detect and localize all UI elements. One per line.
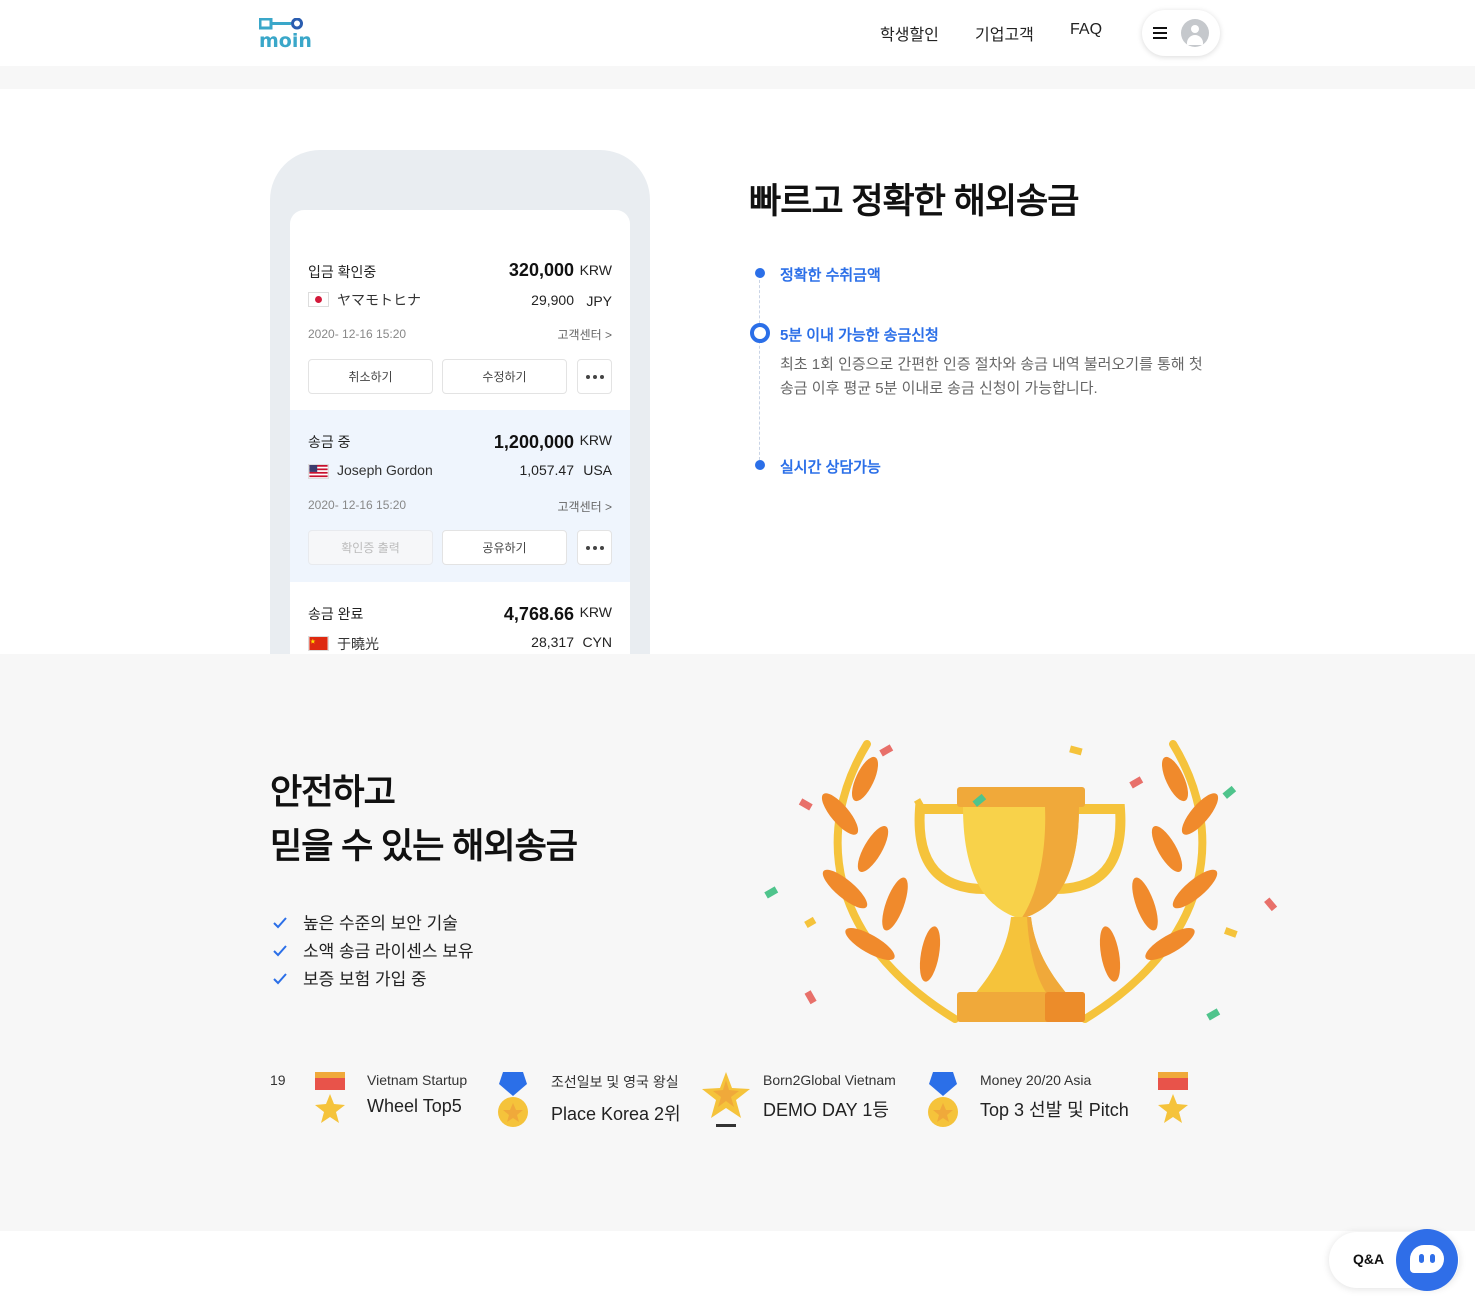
print-receipt-button[interactable]: 확인증 출력	[308, 530, 433, 565]
award-line1: Money 20/20 Asia	[980, 1072, 1092, 1088]
transfer-status: 송금 중	[308, 434, 351, 450]
received-currency: USA	[583, 462, 612, 478]
check-item: 보증 보험 가입 중	[272, 966, 474, 994]
medal-red-icon	[315, 1072, 345, 1123]
recipient-name: ヤマモトヒナ	[337, 292, 421, 308]
trophy-illustration	[764, 740, 1278, 1023]
more-icon	[585, 374, 604, 379]
feature-fast-title: 빠르고 정확한 해외송금	[749, 182, 1079, 221]
nav-student-discount[interactable]: 학생할인	[880, 21, 939, 45]
phone-screen: 입금 확인중 320,000 KRW ヤマモトヒナ 29,900 JPY 202…	[290, 210, 630, 654]
customer-center-link[interactable]: 고객센터 >	[557, 498, 612, 515]
star-trophy-icon	[702, 1072, 750, 1127]
transfer-amount: 320,000	[508, 260, 574, 280]
award-line2: Top 3 선발 및 Pitch	[980, 1100, 1129, 1120]
received-currency: CYN	[582, 634, 612, 650]
award-item: Born2Global Vietnam DEMO DAY 1등	[763, 1072, 896, 1122]
recipient-name: Joseph Gordon	[337, 462, 433, 478]
nav-faq[interactable]: FAQ	[1070, 21, 1102, 39]
award-item: Vietnam Startup Wheel Top5	[367, 1072, 467, 1117]
award-line1: Vietnam Startup	[367, 1072, 468, 1088]
nav-business[interactable]: 기업고객	[975, 21, 1034, 45]
timeline-item-accurate[interactable]: 정확한 수취금액	[780, 264, 881, 285]
transfer-status: 입금 확인중	[308, 264, 377, 280]
chat-bubble-button[interactable]	[1396, 1229, 1458, 1291]
transfer-status: 송금 완료	[308, 606, 364, 622]
timeline-dot	[755, 268, 765, 278]
recipient-name: 于曉光	[337, 636, 379, 652]
timeline-dot	[755, 460, 765, 470]
more-options-button[interactable]	[577, 359, 612, 394]
award-line1: Born2Global Vietnam	[763, 1072, 896, 1088]
award-line2: Wheel Top5	[367, 1096, 462, 1116]
transfer-currency: KRW	[579, 262, 612, 278]
transfer-date: 2020- 12-16 15:20	[308, 498, 407, 512]
check-icon	[273, 973, 287, 985]
check-item-label: 보증 보험 가입 중	[303, 970, 427, 989]
check-icon	[273, 945, 287, 957]
qa-label: Q&A	[1353, 1251, 1385, 1267]
transfer-currency: KRW	[579, 432, 612, 448]
transfer-card: 입금 확인중 320,000 KRW ヤマモトヒナ 29,900 JPY 202…	[290, 210, 630, 394]
timeline-description: 최초 1회 인증으로 간편한 인증 절차와 송금 내역 불러오기를 통해 첫 송…	[780, 356, 1203, 397]
timeline-line	[759, 275, 760, 465]
cancel-button[interactable]: 취소하기	[308, 359, 433, 394]
account-menu-button[interactable]	[1142, 10, 1220, 56]
moin-logo[interactable]: moin	[259, 18, 317, 48]
check-item: 소액 송금 라이센스 보유	[272, 938, 474, 966]
award-line2: DEMO DAY 1등	[763, 1100, 889, 1120]
award-item: Money 20/20 Asia Top 3 선발 및 Pitch	[980, 1072, 1129, 1122]
transfer-date: 2020- 12-16 15:20	[308, 327, 407, 341]
more-icon	[585, 545, 604, 550]
safety-title-line2: 믿을 수 있는 해외송금	[270, 827, 578, 866]
header-divider	[0, 66, 1475, 89]
transfer-currency: KRW	[579, 604, 612, 620]
share-button[interactable]: 공유하기	[442, 530, 567, 565]
received-currency: JPY	[586, 293, 612, 309]
more-options-button[interactable]	[577, 530, 612, 565]
customer-center-link[interactable]: 고객센터 >	[557, 326, 612, 343]
transfer-card: 송금 중 1,200,000 KRW Joseph Gordon 1,057.4…	[290, 410, 630, 582]
medal-gold-icon	[498, 1072, 528, 1127]
award-item: 조선일보 및 영국 왕실 Place Korea 2위	[551, 1072, 681, 1126]
medal-red-icon	[1158, 1072, 1188, 1123]
edit-button[interactable]: 수정하기	[442, 359, 567, 394]
avatar-icon	[1181, 19, 1209, 47]
transfer-card: 송금 완료 4,768.66 KRW 于曉光 28,317 CYN	[290, 582, 630, 654]
award-line1: 조선일보 및 영국 왕실	[551, 1074, 679, 1090]
china-flag-icon	[308, 636, 329, 651]
check-item: 높은 수준의 보안 기술	[272, 910, 474, 938]
safety-checklist: 높은 수준의 보안 기술 소액 송금 라이센스 보유 보증 보험 가입 중	[272, 910, 474, 994]
transfer-amount: 4,768.66	[503, 604, 574, 624]
timeline-item-5min[interactable]: 5분 이내 가능한 송금신청	[780, 324, 939, 345]
received-amount: 28,317	[531, 634, 574, 650]
safety-section: 안전하고 믿을 수 있는 해외송금 높은 수준의 보안 기술 소액 송금 라이센…	[0, 654, 1475, 1231]
logo-text: moin	[259, 30, 312, 48]
check-icon	[273, 917, 287, 929]
timeline-active-dot	[750, 323, 770, 343]
safety-title: 안전하고 믿을 수 있는 해외송금	[270, 766, 578, 874]
award-line2: Place Korea 2위	[551, 1104, 681, 1124]
phone-mockup: 입금 확인중 320,000 KRW ヤマモトヒナ 29,900 JPY 202…	[270, 150, 650, 654]
japan-flag-icon	[308, 292, 329, 307]
hamburger-icon	[1153, 27, 1167, 39]
award-partial: 19	[270, 1072, 286, 1088]
safety-title-line1: 안전하고	[270, 773, 396, 812]
site-header: moin 학생할인 기업고객 FAQ	[0, 0, 1475, 66]
timeline-item-realtime[interactable]: 실시간 상담가능	[780, 456, 881, 477]
transfer-amount: 1,200,000	[493, 432, 574, 452]
medal-gold-icon	[928, 1072, 958, 1127]
check-item-label: 높은 수준의 보안 기술	[303, 914, 458, 933]
received-amount: 29,900	[531, 292, 574, 308]
chat-icon	[1410, 1245, 1444, 1273]
usa-flag-icon	[308, 464, 329, 479]
check-item-label: 소액 송금 라이센스 보유	[303, 942, 474, 961]
received-amount: 1,057.47	[519, 462, 575, 478]
